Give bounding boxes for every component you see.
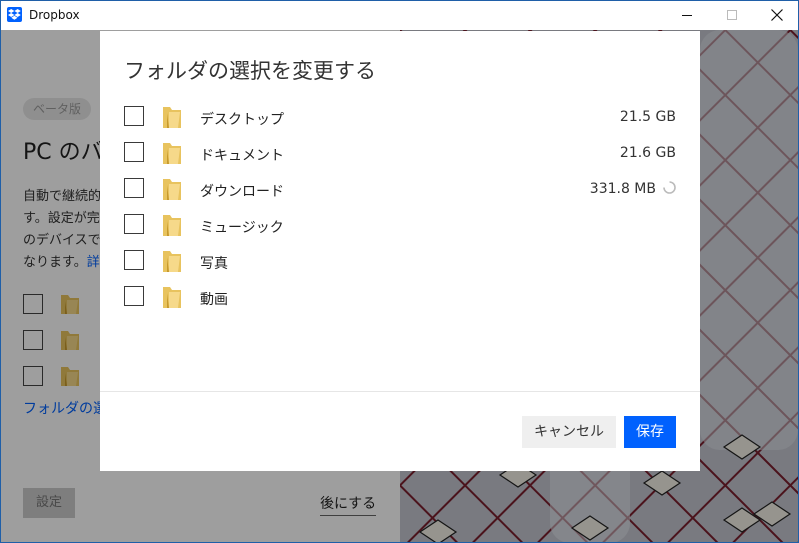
folder-checkbox[interactable] — [124, 250, 144, 270]
title-bar: Dropbox — [1, 1, 798, 30]
close-button[interactable] — [754, 1, 798, 30]
minimize-icon — [681, 6, 693, 25]
folder-row[interactable]: 動画 — [124, 281, 676, 313]
folder-icon — [163, 251, 181, 272]
folder-icon — [163, 179, 181, 200]
folder-icon — [163, 287, 181, 308]
folder-name: 動画 — [200, 292, 228, 308]
dialog-divider — [100, 391, 700, 392]
folder-selection-dialog: フォルダの選択を変更する デスクトップ 21.5 GB ドキュメント 21.6 … — [100, 31, 700, 471]
folder-checkbox[interactable] — [124, 178, 144, 198]
folder-size: 21.6 GB — [619, 145, 676, 161]
folder-size: 21.5 GB — [619, 109, 676, 125]
save-button[interactable]: 保存 — [624, 416, 676, 448]
folder-icon — [163, 215, 181, 236]
loading-spinner-icon — [663, 181, 676, 194]
folder-name: ダウンロード — [200, 184, 284, 200]
dropbox-logo-icon — [7, 7, 22, 22]
folder-row[interactable]: 写真 — [124, 245, 676, 277]
folder-size: 331.8 MB — [589, 181, 656, 197]
folder-icon — [163, 107, 181, 128]
folder-name: デスクトップ — [200, 112, 284, 128]
folder-checkbox[interactable] — [124, 142, 144, 162]
folder-name: 写真 — [200, 256, 228, 272]
folder-name: ドキュメント — [200, 148, 284, 164]
folder-row[interactable]: デスクトップ 21.5 GB — [124, 101, 676, 133]
folder-icon — [163, 143, 181, 164]
dropbox-window: Dropbox ベータ版 PC のバ 自動で継続的 す。設定が完 のデバイスで … — [0, 0, 799, 543]
folder-name: ミュージック — [200, 220, 284, 236]
folder-row[interactable]: ダウンロード 331.8 MB — [124, 173, 676, 205]
cancel-button[interactable]: キャンセル — [522, 416, 616, 448]
folder-checkbox[interactable] — [124, 106, 144, 126]
close-icon — [771, 6, 783, 25]
folder-row[interactable]: ミュージック — [124, 209, 676, 241]
dialog-title: フォルダの選択を変更する — [124, 59, 376, 83]
folder-checkbox[interactable] — [124, 286, 144, 306]
maximize-button[interactable] — [709, 1, 755, 30]
minimize-button[interactable] — [664, 1, 710, 30]
window-title: Dropbox — [29, 8, 80, 22]
folder-checkbox[interactable] — [124, 214, 144, 234]
maximize-icon — [726, 6, 738, 25]
folder-row[interactable]: ドキュメント 21.6 GB — [124, 137, 676, 169]
